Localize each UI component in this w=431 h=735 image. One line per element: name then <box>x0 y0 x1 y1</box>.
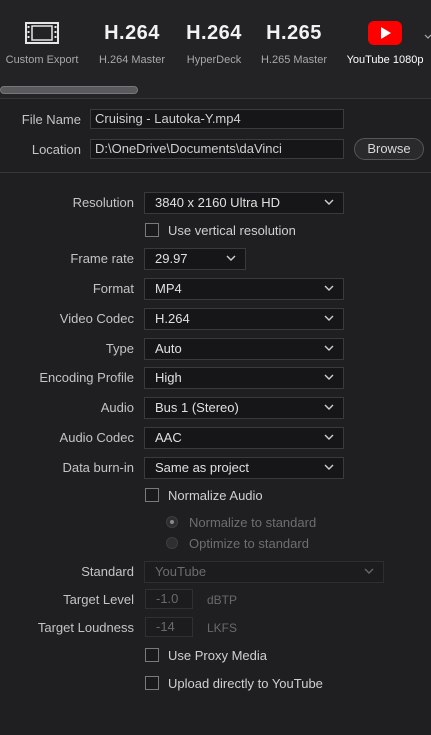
preset-label: YouTube 1080p <box>346 54 424 66</box>
format-value: MP4 <box>155 281 182 296</box>
encoding-profile-value: High <box>155 370 182 385</box>
standard-select[interactable]: YouTube <box>144 561 384 583</box>
browse-button[interactable]: Browse <box>354 138 424 160</box>
audio-codec-value: AAC <box>155 430 182 445</box>
normalize-audio-checkbox[interactable] <box>145 488 159 502</box>
standard-value: YouTube <box>155 564 207 579</box>
film-strip-icon <box>0 18 84 48</box>
resolution-label: Resolution <box>72 195 134 210</box>
standard-label: Standard <box>81 564 134 579</box>
use-proxy-media-label: Use Proxy Media <box>168 648 267 663</box>
preset-scrollbar[interactable] <box>0 86 138 94</box>
chevron-down-icon <box>226 255 236 261</box>
type-select[interactable]: Auto <box>144 338 344 360</box>
upload-youtube-checkbox[interactable] <box>145 676 159 690</box>
video-codec-label: Video Codec <box>59 311 134 326</box>
chevron-down-icon <box>324 199 334 205</box>
format-select[interactable]: MP4 <box>144 278 344 300</box>
encoding-profile-label: Encoding Profile <box>39 370 134 385</box>
frame-rate-value: 29.97 <box>155 251 188 266</box>
audio-value: Bus 1 (Stereo) <box>155 400 239 415</box>
optimize-to-standard-label: Optimize to standard <box>189 536 309 551</box>
chevron-down-icon <box>324 434 334 440</box>
use-proxy-media-checkbox[interactable] <box>145 648 159 662</box>
target-level-unit: dBTP <box>207 593 238 607</box>
upload-youtube-label: Upload directly to YouTube <box>168 676 323 691</box>
preset-hyperdeck[interactable]: H.264 HyperDeck <box>172 0 256 80</box>
resolution-value: 3840 x 2160 Ultra HD <box>155 195 281 210</box>
audio-label: Audio <box>100 400 134 415</box>
normalize-to-standard-radio[interactable] <box>166 516 178 528</box>
chevron-down-icon <box>324 374 334 380</box>
audio-codec-select[interactable]: AAC <box>144 427 344 449</box>
preset-youtube-1080p[interactable]: YouTube 1080p <box>342 0 428 80</box>
normalize-audio-label: Normalize Audio <box>168 488 263 503</box>
optimize-to-standard-radio[interactable] <box>166 537 178 549</box>
vertical-resolution-checkbox[interactable] <box>145 223 159 237</box>
divider <box>0 172 431 173</box>
preset-label: Custom Export <box>5 54 79 66</box>
data-burn-in-label: Data burn-in <box>62 460 134 475</box>
video-codec-select[interactable]: H.264 <box>144 308 344 330</box>
normalize-to-standard-label: Normalize to standard <box>189 515 317 530</box>
data-burn-in-value: Same as project <box>155 460 249 475</box>
file-name-label: File Name <box>21 112 81 127</box>
video-codec-value: H.264 <box>155 311 190 326</box>
chevron-down-icon[interactable] <box>424 28 431 46</box>
preset-codec-text: H.265 <box>266 21 322 44</box>
chevron-down-icon <box>324 315 334 321</box>
audio-codec-label: Audio Codec <box>59 430 134 445</box>
youtube-icon <box>342 18 428 48</box>
divider <box>0 98 431 99</box>
type-label: Type <box>105 341 134 356</box>
frame-rate-select[interactable]: 29.97 <box>144 248 246 270</box>
file-name-input[interactable]: Cruising - Lautoka-Y.mp4 <box>90 109 344 129</box>
format-label: Format <box>92 281 134 296</box>
chevron-down-icon <box>324 464 334 470</box>
preset-label: HyperDeck <box>186 54 242 66</box>
location-label: Location <box>31 142 81 157</box>
preset-h265-master[interactable]: H.265 H.265 Master <box>252 0 336 80</box>
preset-label: H.265 Master <box>260 54 328 66</box>
preset-codec-text: H.264 <box>104 21 160 44</box>
frame-rate-label: Frame rate <box>70 251 134 266</box>
target-level-input[interactable]: -1.0 <box>145 589 193 609</box>
preset-label: H.264 Master <box>98 54 166 66</box>
preset-strip: Custom Export H.264 H.264 Master H.264 H… <box>0 0 431 98</box>
encoding-profile-select[interactable]: High <box>144 367 344 389</box>
target-loudness-label: Target Loudness <box>37 620 134 635</box>
preset-custom-export[interactable]: Custom Export <box>0 0 84 80</box>
type-value: Auto <box>155 341 182 356</box>
preset-h264-master[interactable]: H.264 H.264 Master <box>90 0 174 80</box>
chevron-down-icon <box>364 568 374 574</box>
chevron-down-icon <box>324 404 334 410</box>
chevron-down-icon <box>324 345 334 351</box>
resolution-select[interactable]: 3840 x 2160 Ultra HD <box>144 192 344 214</box>
chevron-down-icon <box>324 285 334 291</box>
target-level-label: Target Level <box>63 592 134 607</box>
target-loudness-input[interactable]: -14 <box>145 617 193 637</box>
audio-select[interactable]: Bus 1 (Stereo) <box>144 397 344 419</box>
vertical-resolution-label: Use vertical resolution <box>168 223 296 238</box>
location-input[interactable]: D:\OneDrive\Documents\daVinci <box>90 139 344 159</box>
target-loudness-unit: LKFS <box>207 621 238 635</box>
preset-codec-text: H.264 <box>186 21 242 44</box>
data-burn-in-select[interactable]: Same as project <box>144 457 344 479</box>
